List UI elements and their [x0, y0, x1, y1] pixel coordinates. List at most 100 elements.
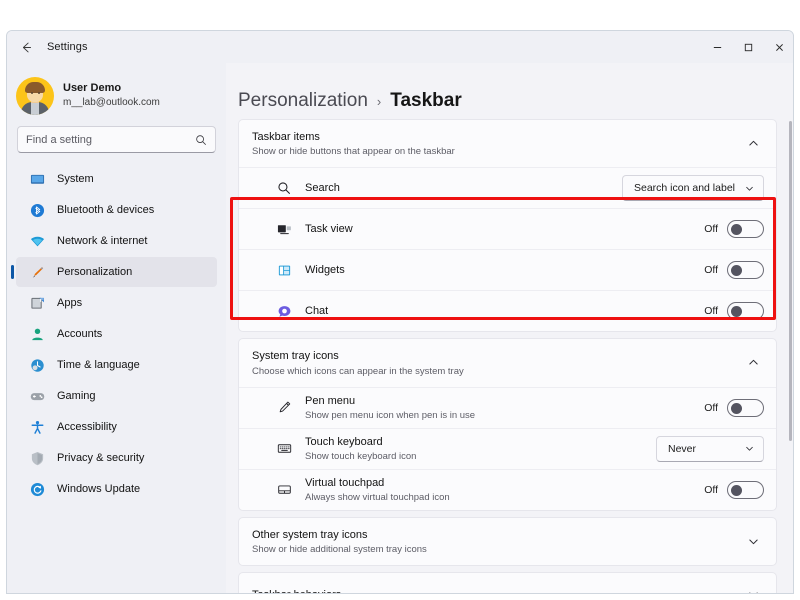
sidebar-item-bluetooth-devices[interactable]: Bluetooth & devices — [16, 195, 217, 225]
row-pen-menu[interactable]: Pen menu Show pen menu icon when pen is … — [239, 386, 776, 428]
sidebar: User Demo m__lab@outlook.com Find a sett… — [7, 63, 226, 593]
card-other-system-tray-icons: Other system tray icons Show or hide add… — [238, 516, 777, 566]
back-arrow-icon — [22, 42, 31, 52]
row-virtual-touchpad[interactable]: Virtual touchpad Always show virtual tou… — [239, 468, 776, 510]
task-view-toggle[interactable] — [727, 220, 764, 239]
card-taskbar-items: Taskbar items Show or hide buttons that … — [238, 119, 777, 333]
toggle-knob — [731, 224, 742, 236]
toggle-knob — [731, 402, 742, 414]
toggle-state-label: Off — [704, 401, 718, 414]
profile-email: m__lab@outlook.com — [63, 96, 160, 108]
profile-name: User Demo — [63, 81, 122, 94]
chat-toggle[interactable] — [727, 302, 764, 321]
card-header-taskbar-behaviors[interactable]: Taskbar behaviors — [239, 573, 776, 593]
sidebar-item-accessibility[interactable]: Accessibility — [16, 412, 217, 442]
sidebar-item-accounts[interactable]: Accounts — [16, 319, 217, 349]
chevron-up-icon[interactable] — [742, 352, 764, 374]
row-widgets[interactable]: Widgets Off — [239, 249, 776, 290]
row-title: Widgets — [305, 264, 345, 277]
chevron-down-icon[interactable] — [742, 584, 764, 593]
sidebar-item-personalization[interactable]: Personalization — [11, 257, 217, 287]
chevron-up-icon[interactable] — [742, 133, 764, 155]
card-header-system-tray-icons[interactable]: System tray icons Choose which icons can… — [239, 339, 776, 386]
row-title: Chat — [305, 305, 329, 318]
title-bar: Settings — [7, 31, 793, 63]
chevron-down-icon — [745, 184, 754, 193]
bluetooth-icon — [29, 202, 46, 219]
card-subtitle: Show or hide additional system tray icon… — [252, 543, 427, 555]
card-header-taskbar-items[interactable]: Taskbar items Show or hide buttons that … — [239, 120, 776, 167]
pen-menu-toggle[interactable] — [727, 398, 764, 417]
card-subtitle: Show or hide buttons that appear on the … — [252, 146, 455, 158]
row-chat[interactable]: Chat Off — [239, 290, 776, 331]
dropdown-value: Never — [668, 442, 697, 455]
sidebar-item-privacy-security[interactable]: Privacy & security — [16, 443, 217, 473]
row-subtitle: Show touch keyboard icon — [305, 450, 417, 462]
minimize-button[interactable] — [702, 31, 733, 63]
scrollbar-thumb[interactable] — [789, 121, 792, 441]
row-touch-keyboard[interactable]: Touch keyboard Show touch keyboard icon … — [239, 427, 776, 469]
person-icon — [29, 326, 46, 343]
settings-cards: Taskbar items Show or hide buttons that … — [226, 119, 793, 593]
settings-window: Settings User Demo m__lab@outlook.com Fi… — [6, 30, 794, 594]
search-input[interactable] — [26, 133, 195, 146]
update-icon — [29, 481, 46, 498]
toggle-knob — [731, 484, 742, 496]
sidebar-item-system[interactable]: System — [16, 164, 217, 194]
back-button[interactable] — [11, 32, 41, 62]
monitor-icon — [29, 171, 46, 188]
sidebar-item-label: Apps — [57, 297, 83, 309]
keyboard-icon — [275, 440, 293, 458]
main-scrollbar[interactable] — [789, 121, 792, 591]
card-title: Taskbar items — [252, 131, 320, 143]
card-header-other-system-tray-icons[interactable]: Other system tray icons Show or hide add… — [239, 518, 776, 565]
widgets-toggle[interactable] — [727, 261, 764, 280]
avatar — [16, 76, 54, 115]
row-subtitle: Always show virtual touchpad icon — [305, 491, 450, 503]
shield-icon — [29, 450, 46, 467]
toggle-state-label: Off — [704, 305, 718, 318]
minimize-icon — [713, 46, 722, 48]
search-icon — [195, 134, 207, 146]
row-task-view[interactable]: Task view Off — [239, 208, 776, 249]
dropdown-value: Search icon and label — [634, 182, 735, 195]
chevron-down-icon — [745, 444, 754, 453]
toggle-knob — [731, 265, 742, 277]
sidebar-nav: System Bluetooth & devices Network & int… — [7, 164, 226, 504]
sidebar-item-apps[interactable]: Apps — [16, 288, 217, 318]
sidebar-item-label: Windows Update — [57, 483, 141, 495]
toggle-state-label: Off — [704, 483, 718, 496]
card-system-tray-icons: System tray icons Choose which icons can… — [238, 338, 777, 511]
virtual-touchpad-toggle[interactable] — [727, 480, 764, 499]
accessibility-icon — [29, 419, 46, 436]
chat-icon — [275, 302, 293, 320]
wifi-icon — [29, 233, 46, 250]
card-title: Taskbar behaviors — [252, 588, 742, 593]
sidebar-item-network-internet[interactable]: Network & internet — [16, 226, 217, 256]
task-view-icon — [275, 220, 293, 238]
search-mode-dropdown[interactable]: Search icon and label — [622, 175, 764, 202]
sidebar-item-time-language[interactable]: Time & language — [16, 350, 217, 380]
toggle-knob — [731, 306, 742, 318]
main-content: Personalization › Taskbar Taskbar items … — [226, 63, 793, 593]
card-taskbar-behaviors: Taskbar behaviors — [238, 571, 777, 593]
row-search[interactable]: Search Search icon and label — [239, 167, 776, 208]
touch-keyboard-dropdown[interactable]: Never — [656, 435, 764, 462]
card-subtitle: Choose which icons can appear in the sys… — [252, 365, 464, 377]
row-title: Pen menu — [305, 395, 356, 408]
sidebar-item-label: Bluetooth & devices — [57, 204, 155, 216]
sidebar-item-gaming[interactable]: Gaming — [16, 381, 217, 411]
page-title: Taskbar — [390, 90, 462, 111]
user-profile[interactable]: User Demo m__lab@outlook.com — [7, 63, 226, 117]
sidebar-item-windows-update[interactable]: Windows Update — [16, 474, 217, 504]
chevron-down-icon[interactable] — [742, 530, 764, 552]
row-subtitle: Show pen menu icon when pen is in use — [305, 409, 476, 421]
paintbrush-icon — [29, 264, 46, 281]
card-title: System tray icons — [252, 350, 339, 363]
clock-globe-icon — [29, 357, 46, 374]
breadcrumb-parent[interactable]: Personalization — [238, 90, 368, 112]
sidebar-item-label: System — [57, 173, 94, 185]
close-button[interactable] — [764, 31, 793, 63]
search-setting-box[interactable] — [17, 126, 216, 153]
maximize-button[interactable] — [733, 31, 764, 63]
